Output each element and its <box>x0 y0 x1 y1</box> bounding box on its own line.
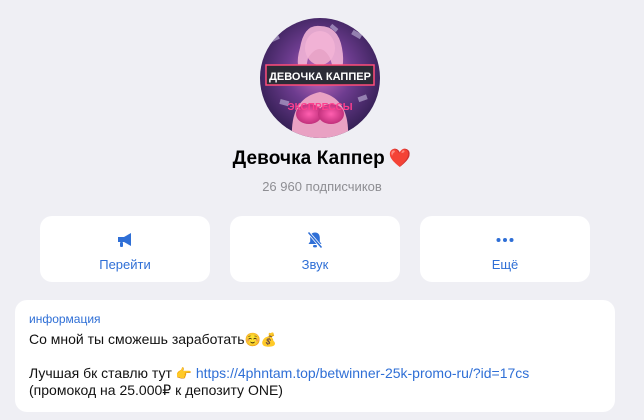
info-card: информация Со мной ты сможешь заработать… <box>15 300 615 412</box>
money-emoji: ☺️💰 <box>244 332 277 347</box>
subscriber-count: 26 960 подписчиков <box>262 179 382 194</box>
sound-button-label: Звук <box>301 257 329 272</box>
more-button[interactable]: Ещё <box>420 216 590 282</box>
description-text-1: Со мной ты сможешь заработать <box>29 331 245 347</box>
sound-button[interactable]: Звук <box>230 216 400 282</box>
description-line-1: Со мной ты сможешь заработать☺️💰 <box>29 331 601 348</box>
go-button[interactable]: Перейти <box>40 216 210 282</box>
heart-emoji: ❤️ <box>388 148 412 168</box>
description-line-3: (промокод на 25.000₽ к депозиту ONE) <box>29 382 283 398</box>
description-text-2: Лучшая бк ставлю тут <box>29 365 172 381</box>
channel-title: Девочка Каппер ❤️ <box>0 148 644 170</box>
avatar-title-text: ДЕВОЧКА КАППЕР <box>269 71 371 83</box>
more-button-label: Ещё <box>491 257 519 272</box>
pointing-hand-emoji: 👉 <box>175 366 192 381</box>
more-dots-icon <box>420 230 590 250</box>
bell-muted-icon <box>230 230 400 250</box>
description-line-2: Лучшая бк ставлю тут 👉 https://4phntam.t… <box>29 365 601 382</box>
megaphone-icon <box>40 230 210 250</box>
channel-avatar[interactable]: ДЕВОЧКА КАППЕР ЭКСПРЕССЫ <box>260 18 380 138</box>
promo-link[interactable]: https://4phntam.top/betwinner-25k-promo-… <box>196 365 529 381</box>
info-label: информация <box>29 312 101 326</box>
channel-title-text: Девочка Каппер <box>232 148 385 169</box>
avatar-subtitle-text: ЭКСПРЕССЫ <box>287 102 352 113</box>
go-button-label: Перейти <box>99 257 151 272</box>
